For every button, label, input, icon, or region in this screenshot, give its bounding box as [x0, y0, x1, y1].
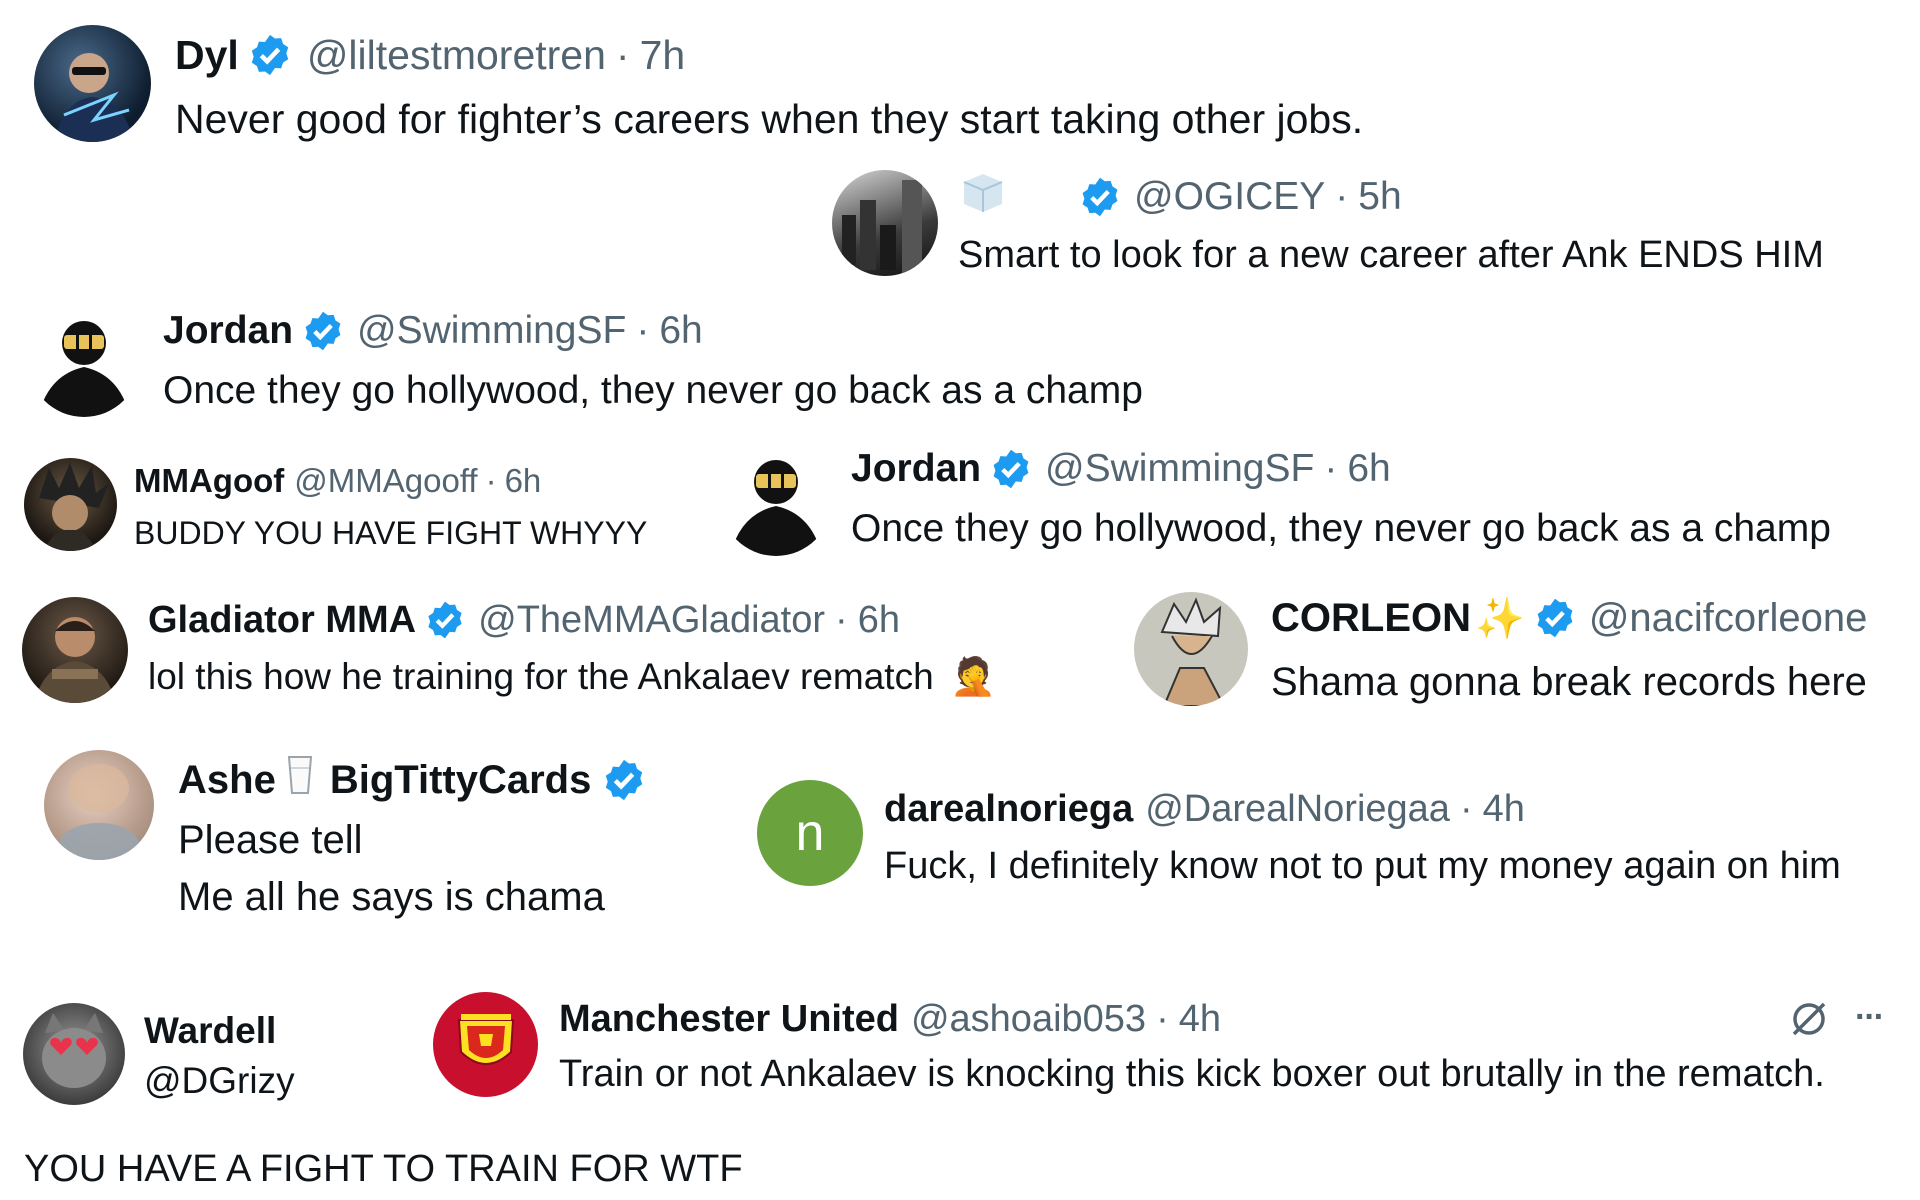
tweet-text: Shama gonna break records here	[1271, 660, 1867, 704]
verified-badge-icon	[247, 32, 293, 78]
separator-dot: ·	[1324, 447, 1338, 490]
user-handle[interactable]: @DarealNoriegaa	[1145, 788, 1450, 831]
tweet-text: BUDDY YOU HAVE FIGHT WHYYY	[134, 515, 648, 551]
timestamp[interactable]: 6h	[659, 309, 702, 353]
grok-icon[interactable]	[1788, 998, 1830, 1040]
timestamp[interactable]: 4h	[1483, 788, 1525, 831]
display-name-suffix[interactable]: BigTittyCards	[330, 758, 592, 803]
milk-glass-icon	[286, 754, 314, 806]
display-name[interactable]: MMAgoof	[134, 462, 284, 500]
user-handle[interactable]: @OGICEY	[1134, 175, 1325, 219]
letter-avatar[interactable]: n	[757, 780, 863, 886]
display-name[interactable]: Manchester United	[559, 998, 899, 1041]
separator-dot: ·	[615, 31, 630, 78]
verified-badge-icon	[989, 447, 1033, 491]
display-name[interactable]: Jordan	[851, 447, 981, 491]
separator-dot: ·	[485, 462, 497, 499]
manutd-crest-avatar-icon[interactable]	[433, 992, 538, 1097]
display-name[interactable]: darealnoriega	[884, 788, 1133, 831]
cat-with-glasses-avatar-icon[interactable]	[23, 1003, 125, 1105]
city-avatar-icon[interactable]	[832, 170, 938, 276]
verified-badge-icon	[601, 757, 647, 803]
tweet-text: Once they go hollywood, they never go ba…	[163, 369, 1143, 412]
facepalm-emoji: 🤦	[949, 656, 997, 697]
user-handle[interactable]: @SwimmingSF	[1045, 447, 1314, 491]
superhero-avatar-icon[interactable]	[34, 25, 151, 142]
masked-figure-avatar-icon[interactable]	[28, 305, 140, 417]
display-name[interactable]: Gladiator MMA	[148, 599, 416, 642]
verified-badge-icon	[1533, 596, 1577, 640]
timestamp[interactable]: 5h	[1358, 175, 1401, 219]
more-options-button[interactable]: ···	[1855, 998, 1885, 1037]
blurred-person-avatar-icon[interactable]	[44, 750, 154, 860]
timestamp[interactable]: 6h	[1347, 447, 1390, 491]
anime-sketch-avatar-icon[interactable]	[1134, 592, 1248, 706]
avatar-letter: n	[795, 804, 825, 862]
display-name[interactable]: Wardell	[144, 1010, 276, 1052]
sparkles-emoji: ✨	[1475, 596, 1525, 641]
ice-cube-icon	[958, 170, 1008, 224]
display-name[interactable]: Ashe	[178, 758, 276, 803]
separator-dot: ·	[1459, 787, 1473, 830]
separator-dot: ·	[835, 598, 848, 641]
timestamp[interactable]: 6h	[858, 599, 900, 642]
user-handle[interactable]: @TheMMAGladiator	[478, 599, 825, 642]
timestamp[interactable]: 4h	[1179, 998, 1221, 1041]
anime-character-avatar-icon[interactable]	[24, 458, 117, 551]
tweet-text-line-2: Me all he says is chama	[178, 875, 605, 919]
display-name[interactable]: Dyl	[175, 32, 239, 79]
tweet-text: Never good for fighter’s careers when th…	[175, 96, 1364, 142]
tweet-text: Fuck, I definitely know not to put my mo…	[884, 845, 1841, 887]
separator-dot: ·	[636, 309, 650, 352]
verified-badge-icon	[424, 599, 466, 641]
tweet-text: Once they go hollywood, they never go ba…	[851, 507, 1831, 550]
tweet-text: YOU HAVE A FIGHT TO TRAIN FOR WTF	[24, 1148, 743, 1190]
timestamp[interactable]: 7h	[640, 32, 686, 79]
user-handle[interactable]: @liltestmoretren	[307, 32, 606, 79]
verified-badge-icon	[1078, 175, 1122, 219]
tweet-text-body: lol this how he training for the Ankalae…	[148, 656, 934, 697]
user-handle[interactable]: @DGrizy	[144, 1060, 295, 1102]
gladiator-avatar-icon[interactable]	[22, 597, 128, 703]
display-name[interactable]: CORLEON	[1271, 596, 1471, 641]
user-handle[interactable]: @ashoaib053	[911, 998, 1146, 1041]
verified-badge-icon	[301, 309, 345, 353]
user-handle[interactable]: @SwimmingSF	[357, 309, 626, 353]
tweet-text-line-1: Please tell	[178, 818, 363, 862]
tweet-text: lol this how he training for the Ankalae…	[148, 656, 996, 699]
tweet-text: Train or not Ankalaev is knocking this k…	[559, 1053, 1825, 1095]
masked-figure-avatar-icon[interactable]	[720, 444, 832, 556]
user-handle[interactable]: @MMAgooff	[294, 462, 477, 500]
separator-dot: ·	[1335, 175, 1349, 218]
separator-dot: ·	[1156, 997, 1169, 1040]
display-name[interactable]: Jordan	[163, 309, 293, 353]
timestamp[interactable]: 6h	[505, 462, 542, 500]
user-handle[interactable]: @nacifcorleone	[1589, 596, 1868, 641]
tweet-text: Smart to look for a new career after Ank…	[958, 234, 1824, 276]
